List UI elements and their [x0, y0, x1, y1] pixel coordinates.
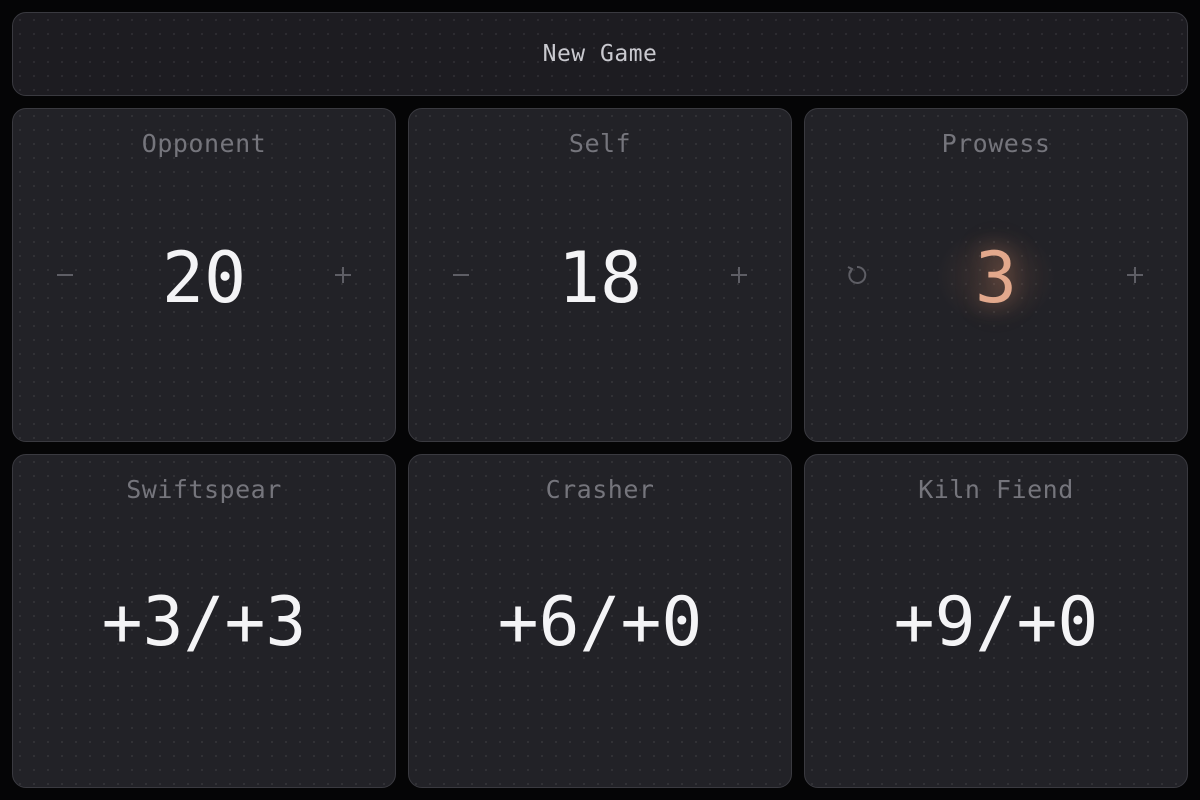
swiftspear-card: Swiftspear +3/+3 — [12, 454, 396, 788]
swiftspear-pt-value: +3/+3 — [101, 583, 307, 662]
crasher-card: Crasher +6/+0 — [408, 454, 792, 788]
plus-icon — [335, 267, 351, 283]
prowess-label: Prowess — [941, 129, 1051, 158]
kiln-fiend-pt-value: +9/+0 — [893, 583, 1099, 662]
opponent-label: Opponent — [141, 129, 267, 158]
crasher-pt-value: +6/+0 — [497, 583, 703, 662]
self-label: Self — [568, 129, 632, 158]
self-counter-card: Self 18 — [408, 108, 792, 442]
self-increment-button[interactable] — [711, 247, 767, 303]
crasher-label: Crasher — [545, 475, 655, 504]
prowess-counter-card: Prowess 3 — [804, 108, 1188, 442]
prowess-increment-button[interactable] — [1107, 247, 1163, 303]
kiln-fiend-label: Kiln Fiend — [918, 475, 1074, 504]
plus-icon — [1127, 267, 1143, 283]
plus-icon — [731, 267, 747, 283]
new-game-label: New Game — [542, 41, 658, 67]
opponent-counter-card: Opponent 20 — [12, 108, 396, 442]
swiftspear-label: Swiftspear — [126, 475, 282, 504]
opponent-increment-button[interactable] — [315, 247, 371, 303]
kiln-fiend-card: Kiln Fiend +9/+0 — [804, 454, 1188, 788]
new-game-button[interactable]: New Game — [12, 12, 1188, 96]
